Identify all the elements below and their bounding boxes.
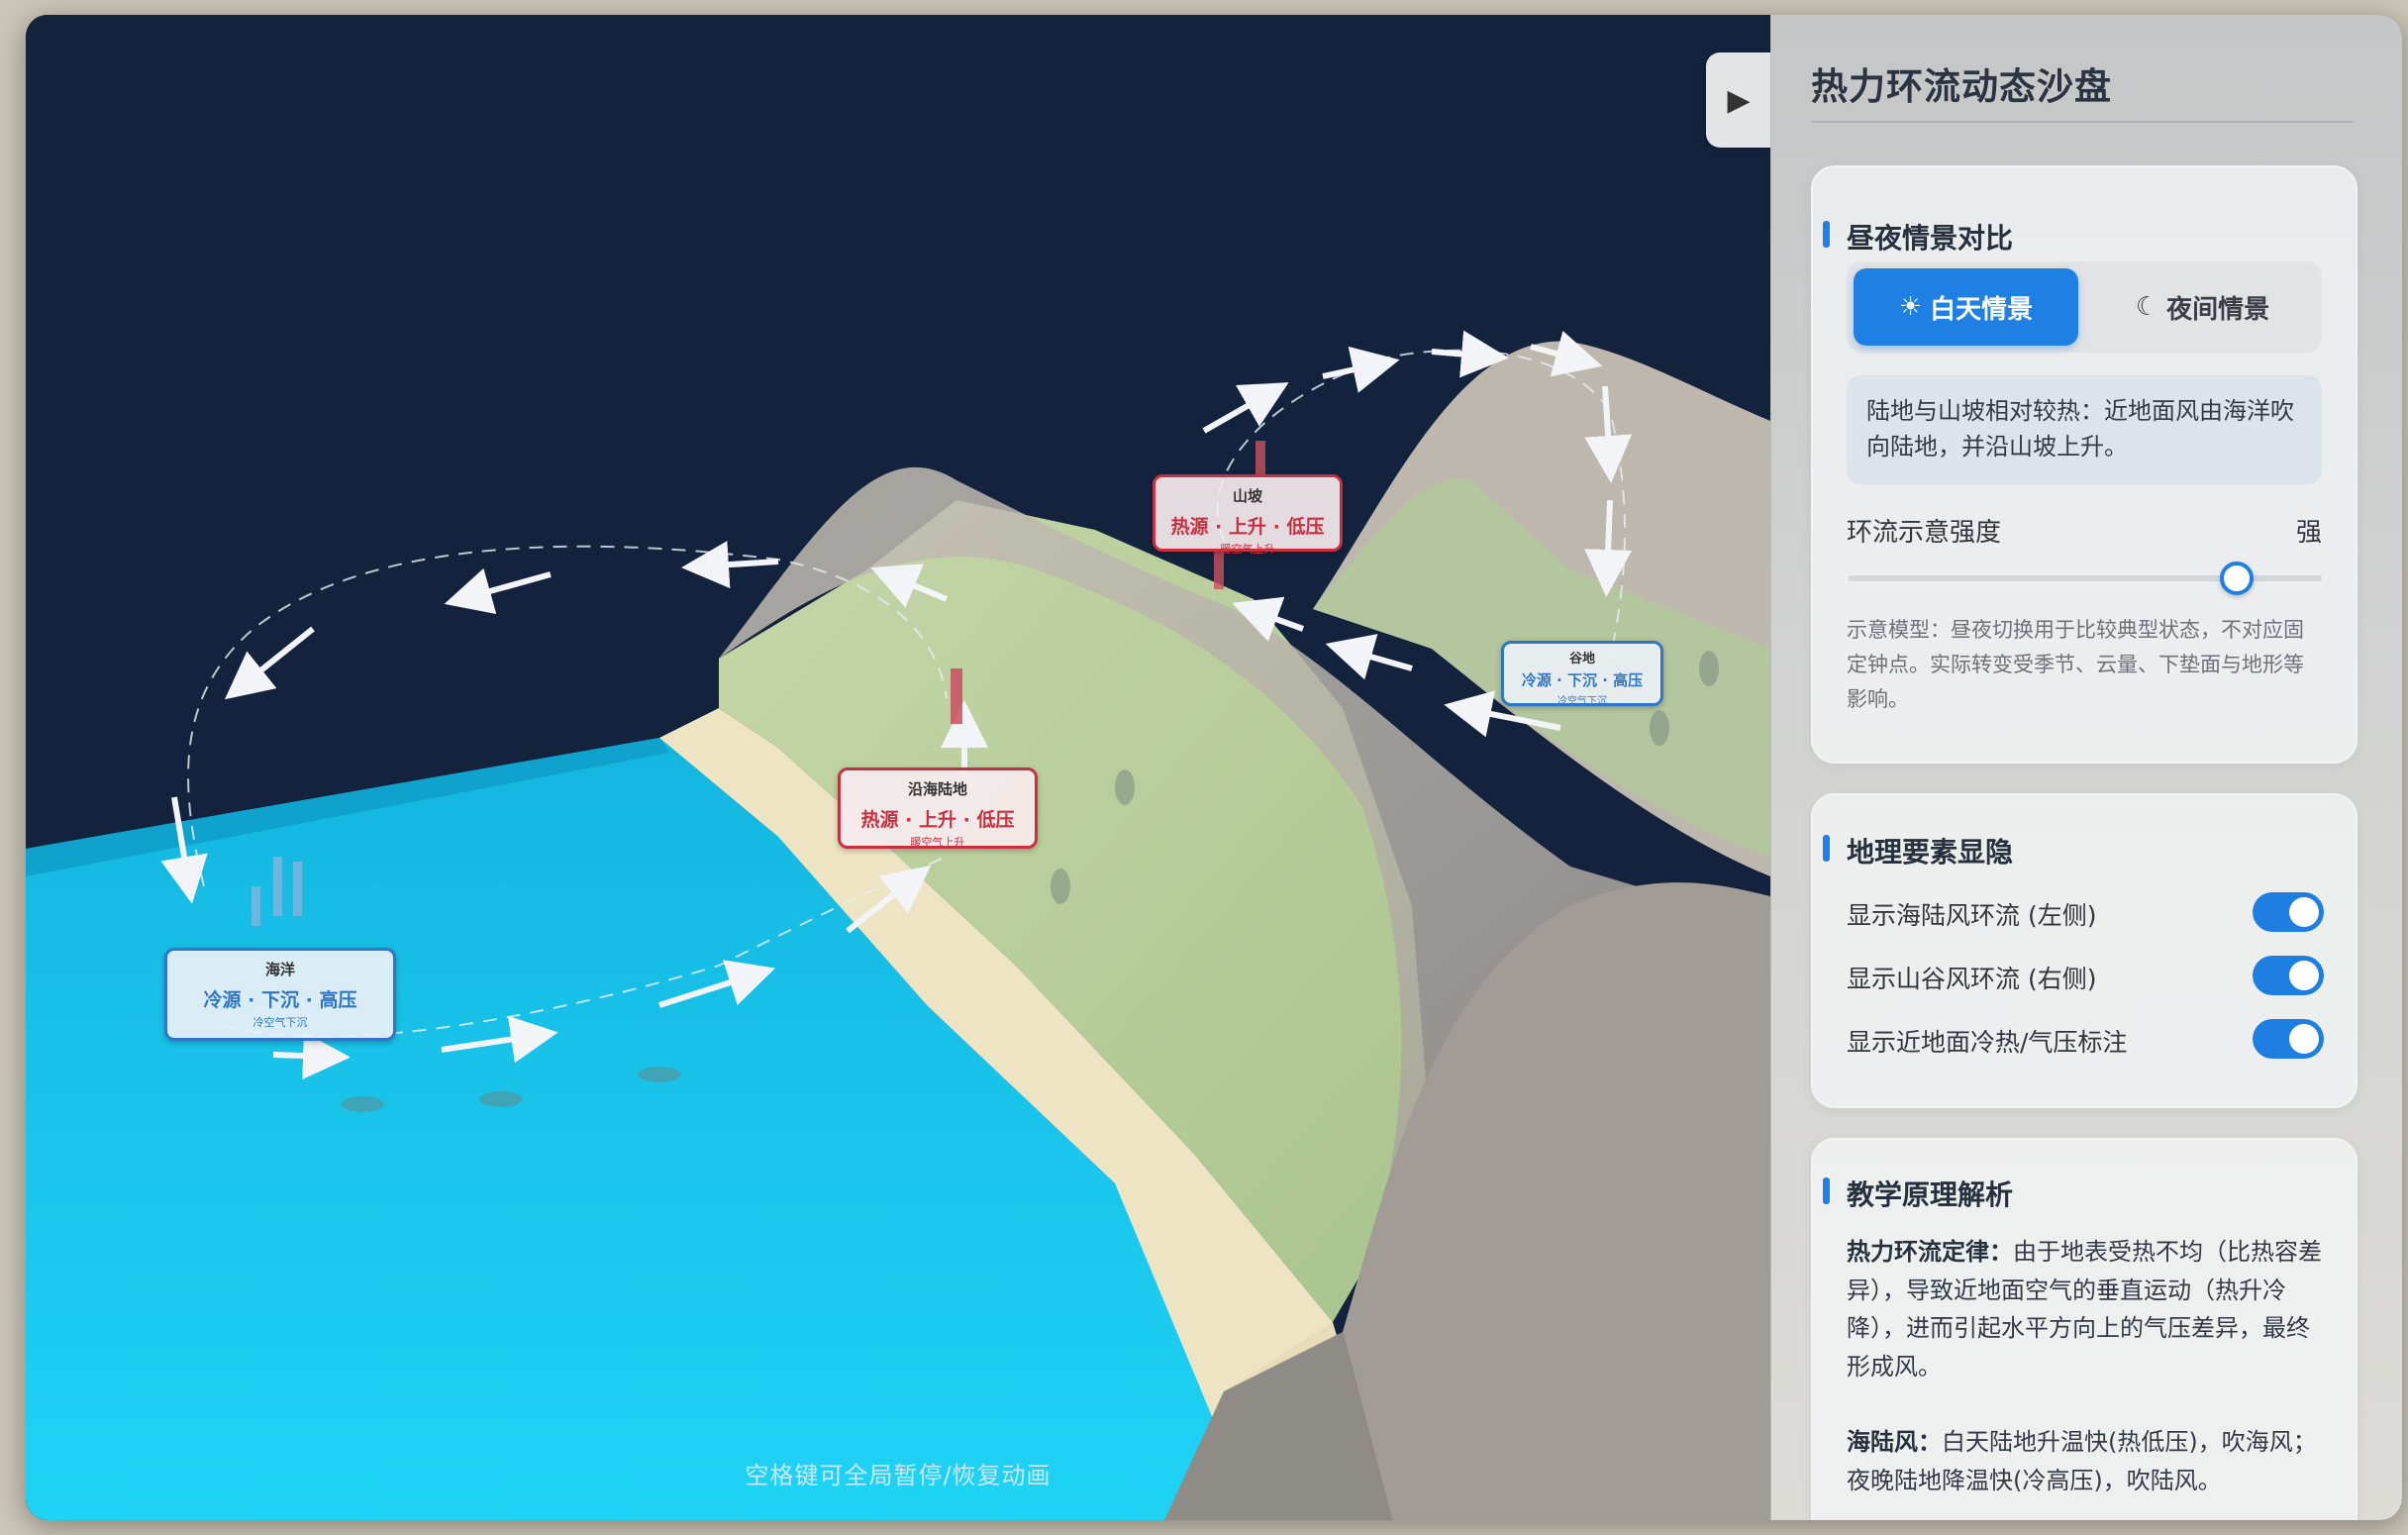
principles-card: 教学原理解析 热力环流定律：由于地表受热不均（比热容差异），导致近地面空气的垂直…: [1811, 1138, 2358, 1520]
slider-handle[interactable]: [2219, 562, 2254, 595]
annotations-toggle[interactable]: [2253, 1019, 2324, 1059]
panel-toggle-button[interactable]: ▶: [1706, 52, 1771, 148]
scenario-heading: 昼夜情景对比: [1822, 217, 2013, 256]
label-coastal-land: 沿海陆地 热源 · 上升 · 低压 暖空气上升: [838, 768, 1038, 849]
strength-value: 强: [2295, 518, 2322, 548]
principle-paragraph-1: 热力环流定律：由于地表受热不均（比热容差异），导致近地面空气的垂直运动（热升冷降…: [1847, 1238, 2322, 1381]
scenario-card: 昼夜情景对比 ☀ 白天情景 ☾ 夜间情景 陆地与山坡相对较热：近地面风由海洋吹向…: [1811, 165, 2358, 764]
panel-title: 热力环流动态沙盘: [1811, 65, 2112, 108]
sea-land-toggle[interactable]: [2253, 892, 2324, 932]
sun-icon: ☀: [1898, 292, 1923, 322]
moon-icon: ☾: [2135, 292, 2159, 322]
principles-heading: 教学原理解析: [1822, 1174, 2013, 1213]
label-valley: 谷地 冷源 · 下沉 · 高压 冷空气下沉: [1501, 641, 1663, 707]
night-scenario-button[interactable]: ☾ 夜间情景: [2090, 268, 2315, 346]
slider-fill: [1849, 575, 2237, 581]
sandbox-3d-scene[interactable]: 海洋 冷源 · 下沉 · 高压 冷空气下沉 沿海陆地 热源 · 上升 · 低压 …: [26, 15, 1770, 1520]
toggles-card: 地理要素显隐 显示海陆风环流 (左侧) 显示山谷风环流 (右侧) 显示近地面冷热…: [1811, 793, 2358, 1108]
app-window: 海洋 冷源 · 下沉 · 高压 冷空气下沉 沿海陆地 热源 · 上升 · 低压 …: [26, 15, 2402, 1520]
toggle-row-annotations: 显示近地面冷热/气压标注: [1847, 1019, 2324, 1061]
strength-slider[interactable]: [1849, 562, 2322, 595]
label-mountain-slope: 山坡 热源 · 上升 · 低压 暖空气上升: [1153, 474, 1343, 556]
control-panel: 热力环流动态沙盘 昼夜情景对比 ☀ 白天情景 ☾ 夜间情景 陆地与山坡相对较热：…: [1770, 15, 2402, 1520]
label-ocean: 海洋 冷源 · 下沉 · 高压 冷空气下沉: [164, 948, 396, 1041]
mountain-valley-toggle[interactable]: [2253, 956, 2324, 995]
principle-paragraph-2: 海陆风：白天陆地升温快(热低压)，吹海风；夜晚陆地降温快(冷高压)，吹陆风。: [1847, 1428, 2317, 1494]
strength-label: 环流示意强度: [1847, 518, 2002, 548]
toggles-heading: 地理要素显隐: [1822, 831, 2013, 870]
keyboard-hint: 空格键可全局暂停/恢复动画: [745, 1462, 1052, 1489]
toggle-row-mountain-valley: 显示山谷风环流 (右侧): [1847, 956, 2324, 997]
model-hint: 示意模型：昼夜切换用于比较典型状态，不对应固定钟点。实际转变受季节、云量、下垫面…: [1847, 618, 2304, 711]
play-icon: ▶: [1727, 82, 1751, 118]
scenario-description: 陆地与山坡相对较热：近地面风由海洋吹向陆地，并沿山坡上升。: [1847, 375, 2322, 484]
title-divider: [1811, 121, 2354, 123]
day-scenario-button[interactable]: ☀ 白天情景: [1854, 268, 2078, 346]
day-night-switch: ☀ 白天情景 ☾ 夜间情景: [1847, 261, 2322, 353]
toggle-row-sea-land: 显示海陆风环流 (左侧): [1847, 892, 2324, 934]
